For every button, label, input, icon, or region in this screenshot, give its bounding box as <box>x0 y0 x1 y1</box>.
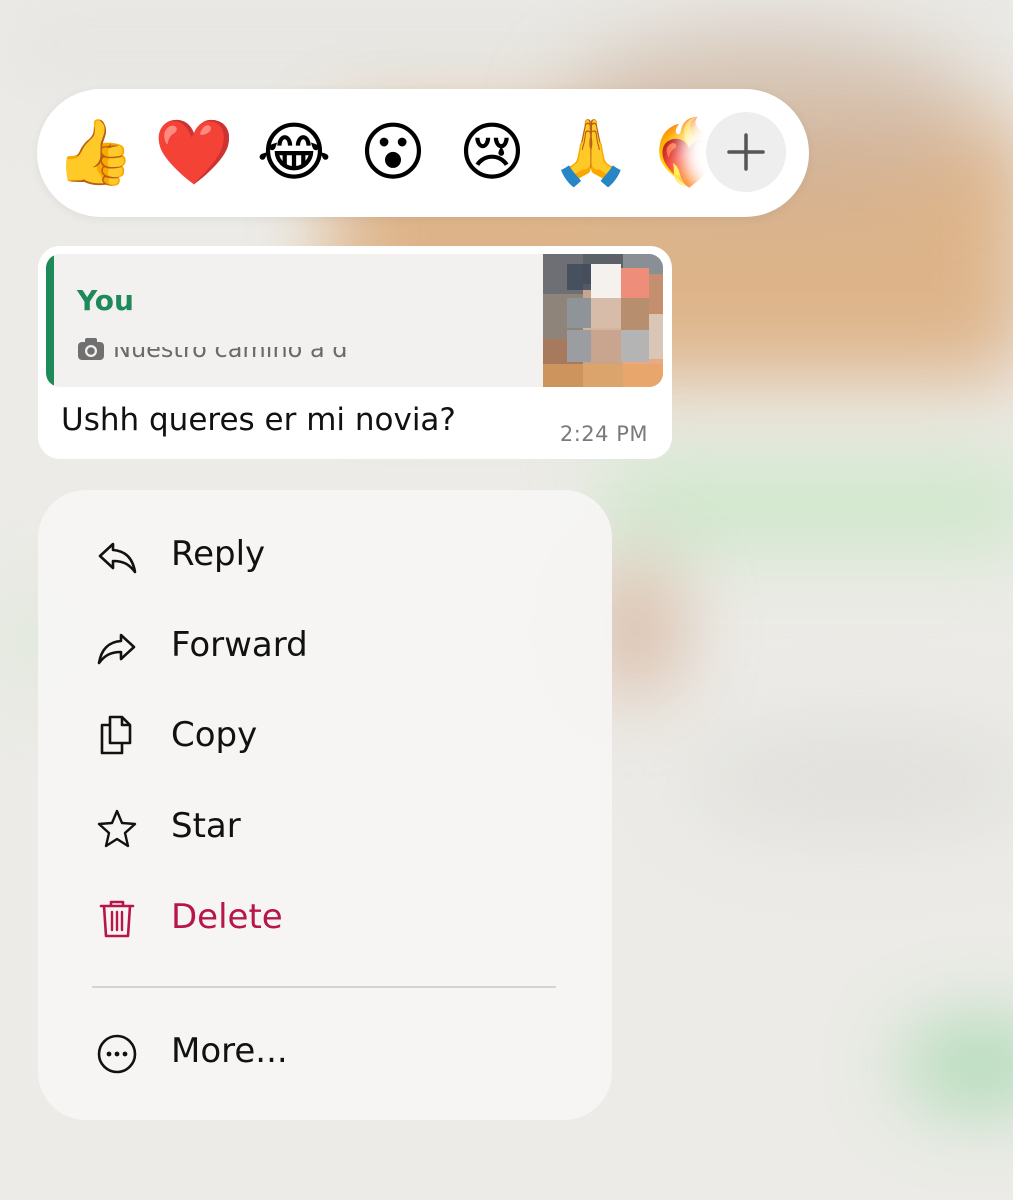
menu-item-label: More... <box>171 1031 288 1071</box>
menu-item-delete[interactable]: Delete <box>38 875 612 965</box>
menu-item-label: Reply <box>171 534 266 574</box>
reaction-tears-of-joy[interactable]: 😂 <box>254 113 334 193</box>
reply-icon <box>98 542 137 574</box>
message-bubble[interactable]: You Nuestro camino a d Ushh queres er mi… <box>38 246 672 459</box>
reaction-open-mouth[interactable]: 😮 <box>353 113 433 193</box>
forward-icon <box>97 633 136 665</box>
quote-author: You <box>77 284 134 317</box>
trash-icon <box>99 900 135 938</box>
menu-item-more[interactable]: More... <box>38 1009 612 1099</box>
menu-divider <box>92 986 556 988</box>
camera-icon <box>78 338 104 360</box>
reaction-bar: 👍 ❤️ 😂 😮 😢 🙏 ❤️‍🔥 <box>37 89 809 217</box>
message-timestamp: 2:24 PM <box>559 422 648 446</box>
more-reactions-button[interactable] <box>706 112 786 192</box>
reaction-crying-face[interactable]: 😢 <box>452 113 532 193</box>
reaction-thumbs-up[interactable]: 👍 <box>55 113 135 193</box>
quoted-message[interactable]: You Nuestro camino a d <box>46 254 663 387</box>
menu-item-label: Delete <box>171 897 283 937</box>
message-context-menu: Reply Forward Copy Star Delete More... <box>38 490 612 1120</box>
quote-accent-bar <box>46 254 54 387</box>
menu-item-label: Star <box>171 806 241 846</box>
menu-item-label: Forward <box>171 625 308 665</box>
message-text: Ushh queres er mi novia? <box>61 402 456 438</box>
quote-photo-thumbnail <box>543 254 663 387</box>
menu-item-forward[interactable]: Forward <box>38 603 612 693</box>
menu-item-reply[interactable]: Reply <box>38 512 612 602</box>
copy-icon <box>100 715 132 755</box>
menu-item-star[interactable]: Star <box>38 784 612 874</box>
reaction-folded-hands[interactable]: 🙏 <box>551 113 631 193</box>
plus-icon <box>727 133 765 171</box>
menu-item-label: Copy <box>171 715 258 755</box>
menu-item-copy[interactable]: Copy <box>38 693 612 783</box>
more-icon <box>97 1034 137 1074</box>
quote-preview-text: Nuestro camino a d <box>113 334 388 363</box>
star-icon <box>97 809 137 848</box>
reaction-red-heart[interactable]: ❤️ <box>154 113 234 193</box>
